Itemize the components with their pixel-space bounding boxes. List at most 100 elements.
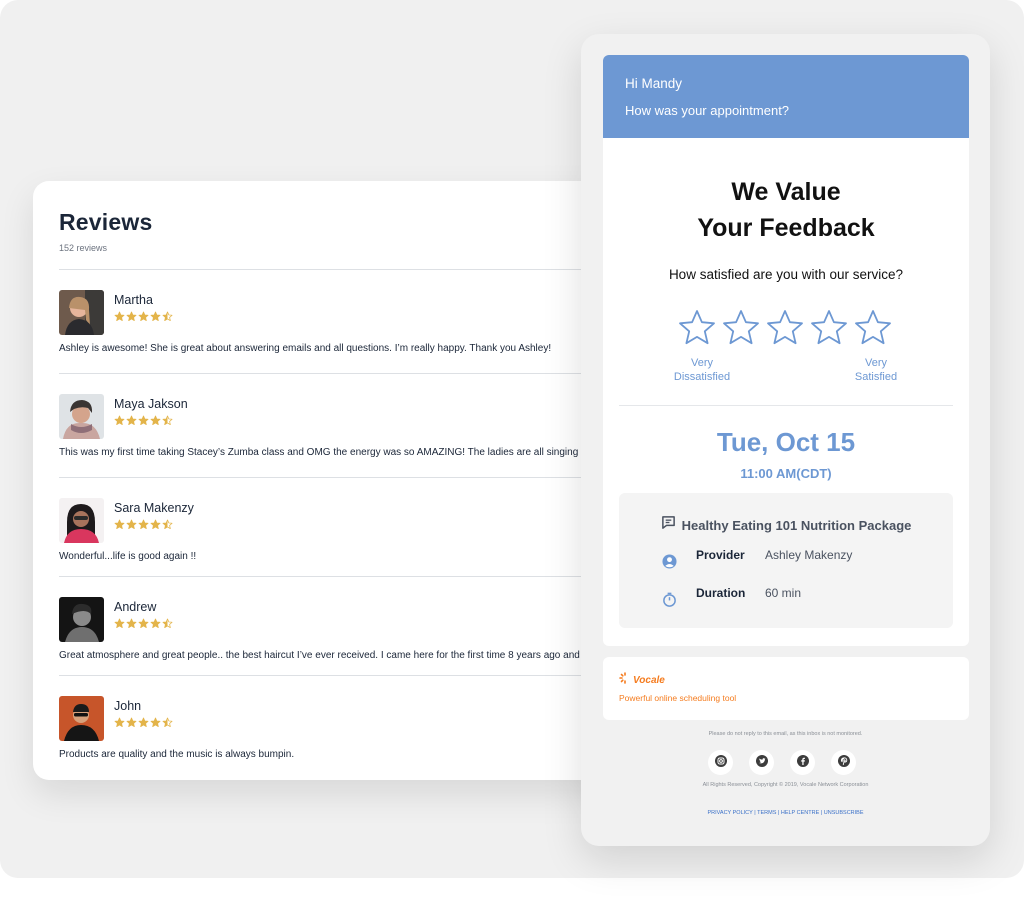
rating-star-4-icon[interactable] [809, 308, 849, 348]
duration-value: 60 min [765, 586, 802, 600]
review-text: Products are quality and the music is al… [59, 749, 295, 760]
review-text: This was my first time taking Stacey’s Z… [59, 447, 587, 458]
reviewer-name: Maya Jakson [114, 397, 188, 411]
avatar [59, 696, 104, 741]
instagram-button[interactable] [708, 750, 733, 775]
scale-low-line2: Dissatisfied [673, 371, 731, 383]
reviews-count: 152 reviews [59, 243, 108, 253]
star-filled-icon [126, 311, 137, 321]
divider [619, 405, 953, 406]
review-item: Sara Makenzy Wonderful...life is good ag… [59, 477, 633, 577]
star-half-icon [162, 618, 173, 628]
provider-value: Ashley Makenzy [765, 548, 853, 562]
star-filled-icon [114, 618, 125, 628]
feedback-title-line2: Your Feedback [697, 214, 875, 242]
star-filled-icon [126, 618, 137, 628]
help-centre-link[interactable]: HELP CENTRE [781, 810, 819, 816]
appointment-details: Healthy Eating 101 Nutrition Package Pro… [619, 493, 953, 628]
social-links [708, 750, 856, 775]
feedback-email-card: Hi Mandy How was your appointment? We Va… [581, 34, 990, 846]
scale-low-label: Very Dissatisfied [667, 356, 737, 384]
review-item: Maya Jakson This was my first time takin… [59, 373, 633, 473]
reviewer-name: Andrew [114, 600, 157, 614]
pinterest-icon [837, 754, 850, 772]
star-filled-icon [114, 311, 125, 321]
star-filled-icon [114, 717, 125, 727]
appointment-question: How was your appointment? [625, 103, 790, 118]
rating-stars [677, 308, 893, 348]
star-filled-icon [138, 311, 149, 321]
unsubscribe-link[interactable]: UNSUBSCRIBE [824, 810, 864, 816]
star-filled-icon [150, 311, 161, 321]
star-filled-icon [126, 415, 137, 425]
twitter-button[interactable] [749, 750, 774, 775]
star-filled-icon [150, 717, 161, 727]
footer-links: PRIVACY POLICY | TERMS | HELP CENTRE | U… [581, 810, 990, 816]
brand-logo: Vocale [619, 671, 665, 689]
review-text: Ashley is awesome! She is great about an… [59, 343, 552, 354]
email-body: We Value Your Feedback How satisfied are… [603, 138, 969, 646]
star-half-icon [162, 311, 173, 321]
rating-star-5-icon[interactable] [853, 308, 893, 348]
avatar [59, 290, 104, 335]
star-half-icon [162, 519, 173, 529]
instagram-icon [714, 754, 727, 772]
review-item: Andrew Great atmosphere and great people… [59, 576, 633, 676]
feedback-title: We Value Your Feedback [603, 174, 969, 246]
noreply-note: Please do not reply to this email, as th… [708, 731, 863, 737]
reviewer-name: Martha [114, 293, 153, 307]
duration-label: Duration [696, 586, 746, 600]
twitter-icon [755, 754, 768, 772]
rating-star-3-icon[interactable] [765, 308, 805, 348]
review-text: Great atmosphere and great people.. the … [59, 650, 586, 661]
star-filled-icon [114, 415, 125, 425]
star-half-icon [162, 415, 173, 425]
facebook-button[interactable] [790, 750, 815, 775]
star-rating [114, 311, 173, 323]
chat-icon [661, 515, 676, 535]
scale-low-line1: Very [690, 357, 713, 369]
facebook-icon [796, 754, 809, 772]
reviewer-name: Sara Makenzy [114, 501, 194, 515]
privacy-policy-link[interactable]: PRIVACY POLICY [707, 810, 752, 816]
reviews-title: Reviews [59, 209, 153, 235]
star-rating [114, 415, 173, 427]
package-row: Healthy Eating 101 Nutrition Package [619, 515, 953, 535]
email-header: Hi Mandy How was your appointment? [603, 55, 969, 138]
appointment-time: 11:00 AM(CDT) [740, 466, 832, 481]
reviews-card: Reviews 152 reviews Martha Ashley is awe… [33, 181, 633, 780]
star-rating [114, 618, 173, 630]
appointment-date: Tue, Oct 15 [716, 427, 856, 457]
reviewer-name: John [114, 699, 142, 713]
pinterest-button[interactable] [831, 750, 856, 775]
brand-tagline: Powerful online scheduling tool [619, 693, 737, 703]
brand-box: Vocale Powerful online scheduling tool [603, 657, 969, 720]
review-item: Martha Ashley is awesome! She is great a… [59, 269, 633, 369]
star-filled-icon [138, 415, 149, 425]
avatar [59, 498, 104, 543]
vocale-logo-icon [619, 671, 631, 689]
review-text: Wonderful...life is good again !! [59, 551, 197, 562]
star-filled-icon [138, 618, 149, 628]
user-icon [662, 554, 678, 570]
star-filled-icon [126, 717, 137, 727]
stopwatch-icon [662, 592, 678, 608]
scale-high-line1: Very [864, 357, 887, 369]
star-rating [114, 717, 173, 729]
greeting: Hi Mandy [625, 76, 683, 91]
star-filled-icon [126, 519, 137, 529]
star-rating [114, 519, 173, 531]
star-filled-icon [150, 618, 161, 628]
scale-high-label: Very Satisfied [841, 356, 911, 384]
copyright: All Rights Reserved, Copyright © 2019, V… [702, 782, 869, 788]
feedback-title-line1: We Value [731, 178, 841, 206]
provider-label: Provider [696, 548, 745, 562]
star-filled-icon [138, 519, 149, 529]
satisfaction-question: How satisfied are you with our service? [668, 267, 904, 282]
rating-star-1-icon[interactable] [677, 308, 717, 348]
terms-link[interactable]: TERMS [757, 810, 776, 816]
rating-star-2-icon[interactable] [721, 308, 761, 348]
avatar [59, 597, 104, 642]
package-name: Healthy Eating 101 Nutrition Package [681, 517, 912, 533]
review-item: John Products are quality and the music … [59, 675, 633, 775]
